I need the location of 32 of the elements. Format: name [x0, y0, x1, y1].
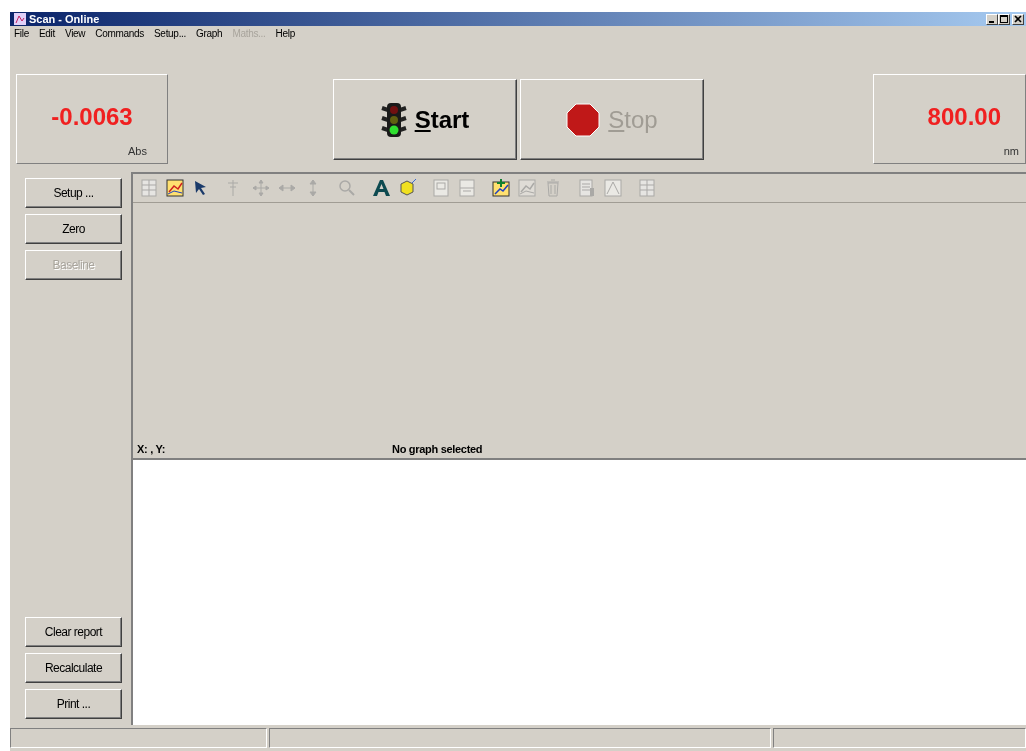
menu-item[interactable]: Graph — [196, 28, 223, 41]
text-icon[interactable] — [371, 178, 391, 198]
line-chart-icon[interactable] — [165, 178, 185, 198]
window-title: Scan - Online — [29, 13, 101, 25]
close-button[interactable] — [1012, 13, 1024, 25]
add-chart-icon[interactable] — [491, 178, 511, 198]
menu-item[interactable]: View — [64, 28, 86, 41]
side-button[interactable]: Clear report — [25, 617, 122, 647]
unit-label: Abs — [128, 145, 147, 157]
app-icon — [14, 13, 26, 25]
maximize-icon — [1000, 15, 1008, 23]
unit-label: nm — [1003, 145, 1019, 157]
graph-status: No graph selected — [392, 443, 483, 455]
menu-item[interactable]: Edit — [38, 28, 55, 41]
close-icon — [1014, 15, 1022, 23]
side-button[interactable]: Setup ... — [25, 178, 122, 208]
menu-item[interactable]: Commands — [95, 28, 144, 41]
readout-value: -0.0063 — [50, 103, 134, 131]
minimize-button[interactable] — [986, 13, 998, 25]
start-button[interactable]: Start — [333, 79, 517, 160]
cursor-coordinates: X: , Y: — [137, 443, 167, 455]
readout-value: 800.00 — [926, 103, 1001, 131]
menu-item[interactable]: File — [14, 28, 29, 41]
side-button[interactable]: Zero — [25, 214, 122, 244]
side-button[interactable]: Recalculate — [25, 653, 122, 683]
maximize-button[interactable] — [998, 13, 1010, 25]
traffic-light-icon — [380, 101, 407, 138]
cube-icon[interactable] — [397, 178, 417, 198]
menu-item[interactable]: Help — [275, 28, 295, 41]
menu-item[interactable]: Setup... — [154, 28, 187, 41]
stop-sign-icon — [566, 102, 601, 137]
side-button[interactable]: Print ... — [25, 689, 122, 719]
